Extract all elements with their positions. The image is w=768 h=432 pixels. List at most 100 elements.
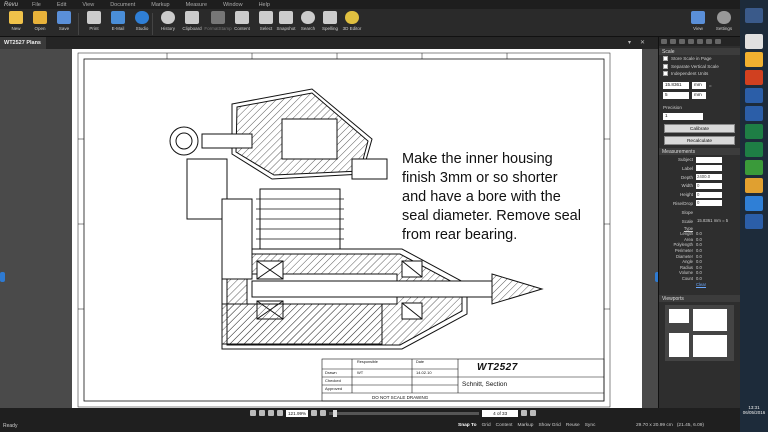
tab-close-icon[interactable]: ✕ xyxy=(640,39,645,46)
precision-select[interactable]: 1 xyxy=(663,112,703,120)
word-icon[interactable] xyxy=(745,106,763,121)
viewport-thumbnail[interactable] xyxy=(693,308,727,331)
option-separate-vertical-scale[interactable]: Separate Vertical Scale xyxy=(659,63,740,71)
spelling-button[interactable]: Spelling xyxy=(318,11,342,37)
taskbar-app-icon[interactable] xyxy=(745,160,763,175)
studio-button[interactable]: Studio xyxy=(130,11,154,37)
sync-toggle[interactable]: Sync xyxy=(585,423,596,428)
viewport-thumbnail[interactable] xyxy=(669,308,689,323)
first-page-icon[interactable] xyxy=(311,410,318,416)
snap-to-toggle[interactable]: Snap To xyxy=(458,423,477,428)
menu-window[interactable]: Window xyxy=(215,2,251,8)
menu-file[interactable]: File xyxy=(24,2,49,8)
clear-link[interactable]: Clear xyxy=(696,282,706,287)
taskbar-app-icon[interactable] xyxy=(745,70,763,85)
menu-markup[interactable]: Markup xyxy=(143,2,177,8)
bluebeam-icon[interactable] xyxy=(745,196,763,211)
excel-icon[interactable] xyxy=(745,142,763,157)
zoom-tool-icon[interactable] xyxy=(268,410,274,416)
menu-view[interactable]: View xyxy=(74,2,102,8)
content-button[interactable]: Content xyxy=(230,11,254,37)
3d-editor-button[interactable]: 3D Editor xyxy=(340,11,364,37)
checkbox[interactable] xyxy=(663,56,668,62)
viewports-section-header[interactable]: Viewports xyxy=(659,294,740,302)
viewport-thumbnail[interactable] xyxy=(669,332,689,357)
tab-wt2527-plans[interactable]: WT2527 Plans xyxy=(0,37,46,49)
print-button[interactable]: Print xyxy=(82,11,106,37)
new-button[interactable]: New xyxy=(4,11,28,37)
scale-left-input[interactable]: 15.8361 xyxy=(663,82,689,90)
left-panel-expand-handle[interactable] xyxy=(0,272,5,282)
menu-edit[interactable]: Edit xyxy=(49,2,74,8)
calibrate-button[interactable]: Calibrate xyxy=(664,124,735,134)
markup-toggle[interactable]: Markup xyxy=(517,423,533,428)
search-button[interactable]: Search xyxy=(296,11,320,37)
reuse-toggle[interactable]: Reuse xyxy=(566,423,580,428)
measure-value[interactable]: 0 xyxy=(696,191,722,198)
zoom-level-input[interactable]: 121.99% xyxy=(286,409,309,417)
menu-help[interactable]: Help xyxy=(251,2,278,8)
measure-value[interactable] xyxy=(696,165,722,172)
checkbox[interactable] xyxy=(663,63,668,69)
tab-dropdown-icon[interactable]: ▾ xyxy=(628,39,631,46)
panel-tab-icon[interactable] xyxy=(697,39,703,44)
pan-tool-icon[interactable] xyxy=(250,410,256,416)
menu-measure[interactable]: Measure xyxy=(178,2,215,8)
menu-document[interactable]: Document xyxy=(102,2,143,8)
open-button[interactable]: Open xyxy=(28,11,52,37)
option-independent-units[interactable]: Independent Units xyxy=(659,70,740,78)
panel-tab-icon[interactable] xyxy=(688,39,694,44)
file-explorer-icon[interactable] xyxy=(745,52,763,67)
panel-tab-icon[interactable] xyxy=(661,39,667,44)
annotation-note[interactable]: Make the inner housing finish 3mm or so … xyxy=(402,150,612,245)
grid-toggle[interactable]: Grid xyxy=(482,423,491,428)
zoom-out-icon[interactable] xyxy=(277,410,283,416)
panel-tab-icon[interactable] xyxy=(670,39,676,44)
measure-value[interactable] xyxy=(696,156,722,163)
measure-value[interactable]: 2400.0 xyxy=(696,174,722,181)
last-page-icon[interactable] xyxy=(530,410,537,416)
checkbox[interactable] xyxy=(663,71,668,77)
previous-page-icon[interactable] xyxy=(320,410,327,416)
word-icon[interactable] xyxy=(745,88,763,103)
show-grid-toggle[interactable]: Show Grid xyxy=(538,423,560,428)
panel-tab-icon[interactable] xyxy=(679,39,685,44)
option-store-scale[interactable]: Store Scale in Page xyxy=(659,55,740,63)
measure-value[interactable]: 0 xyxy=(696,200,722,207)
taskbar-app-icon[interactable] xyxy=(745,34,763,49)
history-button[interactable]: History xyxy=(156,11,180,37)
scale-left-unit-select[interactable]: mm xyxy=(692,82,706,90)
save-button[interactable]: Save xyxy=(52,11,76,37)
panel-tab-icon[interactable] xyxy=(706,39,712,44)
chrome-icon[interactable] xyxy=(745,178,763,193)
type-name: Volume xyxy=(679,270,693,276)
excel-icon[interactable] xyxy=(745,124,763,139)
taskbar-app-icon[interactable] xyxy=(745,214,763,229)
properties-panel: Scale Store Scale in Page Separate Verti… xyxy=(658,37,740,408)
scale-right-unit-select[interactable]: mm xyxy=(692,91,706,99)
document-viewport[interactable]: Make the inner housing finish 3mm or so … xyxy=(0,49,660,408)
settings-button[interactable]: Settings xyxy=(712,11,736,37)
format-stamp-button[interactable]: FormatStamp xyxy=(204,11,232,37)
page-slider-thumb[interactable] xyxy=(333,409,338,417)
snapshot-button[interactable]: Snapshot xyxy=(274,11,298,37)
select-tool-icon[interactable] xyxy=(259,410,265,416)
recalculate-button[interactable]: Recalculate xyxy=(664,136,735,146)
clipboard-button[interactable]: Clipboard xyxy=(180,11,204,37)
scale-right-input[interactable]: 5 xyxy=(663,91,689,99)
panel-tab-icon[interactable] xyxy=(715,39,721,44)
start-button-icon[interactable] xyxy=(745,8,763,23)
page-slider[interactable] xyxy=(329,409,480,417)
view-button[interactable]: View xyxy=(686,11,710,37)
email-button[interactable]: E-Mail xyxy=(106,11,130,37)
viewport-thumbnail[interactable] xyxy=(693,334,727,357)
next-page-icon[interactable] xyxy=(521,410,528,416)
scale-section-header[interactable]: Scale xyxy=(659,48,740,55)
content-toggle[interactable]: Content xyxy=(496,423,513,428)
measurements-section-header[interactable]: Measurements xyxy=(659,148,740,156)
drawing-page[interactable]: Make the inner housing finish 3mm or so … xyxy=(72,49,642,408)
page-number-input[interactable]: 4 of 33 xyxy=(482,409,519,417)
measure-value[interactable]: 0 xyxy=(696,182,722,189)
new-label: New xyxy=(11,26,21,31)
taskbar-clock[interactable]: 13:31 06/05/2016 xyxy=(740,405,768,415)
